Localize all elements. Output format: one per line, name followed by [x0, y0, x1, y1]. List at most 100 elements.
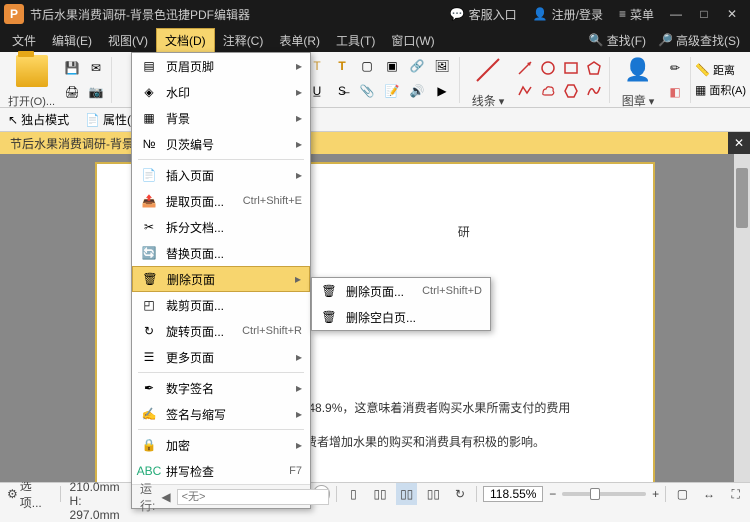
area-tool[interactable]: ▦面积(A) [695, 82, 746, 98]
video-button[interactable]: ▶ [431, 80, 453, 102]
menu-replace-page[interactable]: 🔄替换页面... [132, 240, 310, 266]
lines-dropdown[interactable] [468, 50, 508, 90]
vertical-scrollbar[interactable] [734, 154, 750, 482]
save-button[interactable]: 💾 [61, 57, 83, 79]
tab-close-button[interactable]: ✕ [728, 132, 750, 154]
run-command-input[interactable] [177, 489, 329, 505]
zoom-input[interactable] [483, 486, 543, 502]
submenu-delete-blank[interactable]: 🗑删除空白页... [312, 304, 490, 330]
stamp-dropdown[interactable]: 👤 [618, 50, 658, 90]
menu-background[interactable]: ▦背景▸ [132, 105, 310, 131]
layout-single-button[interactable]: ▯ [343, 483, 364, 505]
menu-edit[interactable]: 编辑(E) [44, 29, 100, 52]
menu-window[interactable]: 窗口(W) [383, 29, 442, 52]
document-menu-dropdown: ▤页眉页脚▸ ◈水印▸ ▦背景▸ №贝茨编号▸ 📄插入页面▸ 📤提取页面...C… [131, 52, 311, 509]
distance-tool[interactable]: 📏距离 [695, 62, 746, 78]
fit-page-button[interactable]: ⛶ [725, 483, 746, 505]
rect-button[interactable] [560, 57, 582, 79]
context-toolbar: ↖独占模式 📄属性(P)... [0, 108, 750, 132]
link-button[interactable]: 🔗 [406, 55, 428, 77]
strikeout-button[interactable]: S̶ [331, 80, 353, 102]
search-adv-icon: 🔎 [658, 33, 673, 47]
zoom-slider[interactable] [562, 492, 646, 496]
document-tabbar: 节后水果消费调研-背景色 ✕ [0, 132, 750, 154]
text-bold-button[interactable]: T [331, 55, 353, 77]
print-button[interactable]: 🖨 [61, 81, 83, 103]
freehand-button[interactable] [583, 80, 605, 102]
delete-page-submenu: 🗑删除页面...Ctrl+Shift+D 🗑删除空白页... [311, 277, 491, 331]
menu-more-pages[interactable]: ☰更多页面▸ [132, 344, 310, 370]
maximize-button[interactable]: □ [690, 0, 718, 28]
run-back-button[interactable]: ◀ [161, 490, 170, 504]
menu-view[interactable]: 视图(V) [100, 29, 156, 52]
scan-button[interactable]: 📷 [85, 81, 107, 103]
submenu-delete-pages[interactable]: 🗑删除页面...Ctrl+Shift+D [312, 278, 490, 304]
advanced-find-button[interactable]: 🔎高级查找(S) [652, 29, 746, 52]
text-box-button[interactable]: ▢ [356, 55, 378, 77]
eraser-button[interactable]: ◧ [664, 81, 686, 103]
fit-width-button[interactable]: ↔ [699, 483, 720, 505]
delete-blank-icon: 🗑 [320, 308, 338, 326]
options-button[interactable]: ⚙选项... [4, 477, 54, 511]
menu-header-footer[interactable]: ▤页眉页脚▸ [132, 53, 310, 79]
menu-tools[interactable]: 工具(T) [328, 29, 383, 52]
menu-document[interactable]: 文档(D) [156, 28, 215, 53]
layout-facing-button[interactable]: ▯▯ [396, 483, 417, 505]
attach-button[interactable]: 📎 [356, 80, 378, 102]
menu-spellcheck[interactable]: ABC拼写检查F7 [132, 458, 310, 484]
exclusive-mode-button[interactable]: ↖独占模式 [4, 109, 73, 130]
menu-delete-page[interactable]: 🗑删除页面▸ [132, 266, 310, 292]
replace-icon: 🔄 [140, 244, 158, 262]
more-icon: ☰ [140, 348, 158, 366]
arrow-button[interactable] [514, 57, 536, 79]
layout-book-button[interactable]: ▯▯ [423, 483, 444, 505]
menu-encrypt[interactable]: 🔒加密▸ [132, 432, 310, 458]
email-button[interactable]: ✉ [85, 57, 107, 79]
add-image-button[interactable]: 🖼 [431, 55, 453, 77]
titlebar: P 节后水果消费调研-背景色迅捷PDF编辑器 💬客服入口 👤注册/登录 ≡菜单 … [0, 0, 750, 28]
sign-icon: ✒ [140, 379, 158, 397]
pencil-button[interactable]: ✏ [664, 57, 686, 79]
circle-button[interactable] [537, 57, 559, 79]
search-icon: 🔍 [589, 33, 604, 47]
menu-bates[interactable]: №贝茨编号▸ [132, 131, 310, 157]
menu-rotate-page[interactable]: ↻旋转页面...Ctrl+Shift+R [132, 318, 310, 344]
cloud-button[interactable] [537, 80, 559, 102]
close-button[interactable]: ✕ [718, 0, 746, 28]
cursor-icon: ↖ [8, 113, 18, 127]
polygon-button[interactable] [583, 57, 605, 79]
main-menu-button[interactable]: ≡菜单 [611, 0, 662, 28]
note-button[interactable]: 📝 [381, 80, 403, 102]
menu-form[interactable]: 表单(R) [271, 29, 328, 52]
menu-sign[interactable]: ✒数字签名▸ [132, 375, 310, 401]
service-link[interactable]: 💬客服入口 [442, 0, 525, 28]
menu-crop-page[interactable]: ◰裁剪页面... [132, 292, 310, 318]
minimize-button[interactable]: — [662, 0, 690, 28]
open-button[interactable] [12, 51, 52, 91]
zoom-out-button[interactable]: − [549, 487, 556, 501]
textbox2-button[interactable]: ▣ [381, 55, 403, 77]
menu-split-doc[interactable]: ✂拆分文档... [132, 214, 310, 240]
fit-actual-button[interactable]: ▢ [672, 483, 693, 505]
menu-insert-page[interactable]: 📄插入页面▸ [132, 162, 310, 188]
rotate-view-button[interactable]: ↻ [450, 483, 471, 505]
area-icon: ▦ [695, 83, 706, 97]
menu-file[interactable]: 文件 [4, 29, 44, 52]
sound-button[interactable]: 🔊 [406, 80, 428, 102]
menu-extract-page[interactable]: 📤提取页面...Ctrl+Shift+E [132, 188, 310, 214]
chat-icon: 💬 [450, 7, 465, 21]
find-button[interactable]: 🔍查找(F) [583, 29, 652, 52]
scroll-thumb[interactable] [736, 168, 748, 228]
zoom-slider-handle[interactable] [590, 488, 600, 500]
zoom-in-button[interactable]: + [652, 487, 659, 501]
menu-sig-compress[interactable]: ✍签名与缩写▸ [132, 401, 310, 427]
polyline-button[interactable] [514, 80, 536, 102]
menu-annotate[interactable]: 注释(C) [215, 29, 272, 52]
lock-icon: 🔒 [140, 436, 158, 454]
layout-cont-button[interactable]: ▯▯ [370, 483, 391, 505]
hexagon-button[interactable] [560, 80, 582, 102]
run-command-bar: 运行: ◀ [132, 484, 310, 508]
text-tools-grid: T T ▢ ▣ 🔗 🖼 U̲ S̶ 📎 📝 🔊 ▶ [306, 55, 455, 104]
login-link[interactable]: 👤注册/登录 [525, 0, 611, 28]
menu-watermark[interactable]: ◈水印▸ [132, 79, 310, 105]
